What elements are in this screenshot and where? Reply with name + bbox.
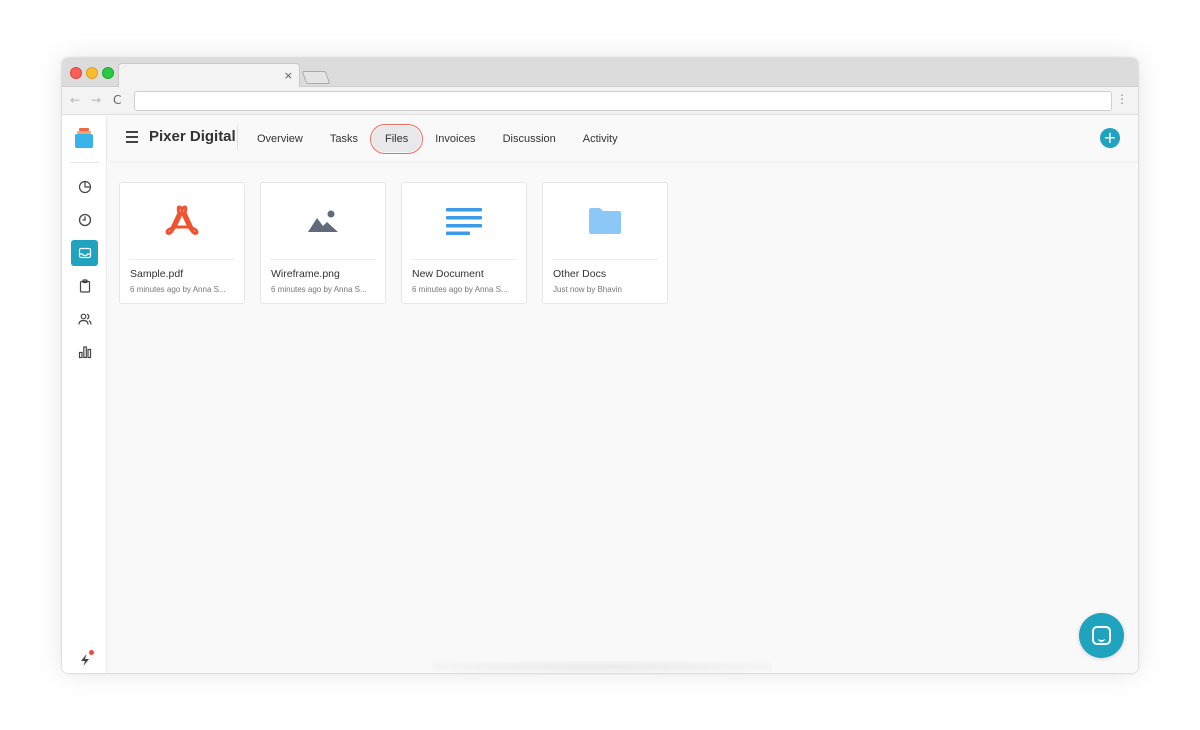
file-name: Wireframe.png — [271, 268, 340, 280]
tab-tasks[interactable]: Tasks — [317, 126, 371, 152]
browser-menu-icon[interactable]: ⋮ — [1116, 92, 1128, 106]
pdf-icon — [165, 205, 199, 235]
file-thumbnail — [120, 183, 244, 259]
document-icon — [446, 208, 482, 235]
back-arrow-icon[interactable]: ← — [70, 93, 80, 107]
card-divider — [129, 259, 235, 260]
sidebar-item-timesheet[interactable] — [71, 207, 98, 233]
users-icon — [77, 313, 92, 325]
card-divider — [270, 259, 376, 260]
file-meta: Just now by Bhavin — [553, 285, 622, 294]
file-name: Sample.pdf — [130, 268, 184, 280]
tab-overview[interactable]: Overview — [244, 126, 316, 152]
close-tab-icon[interactable]: × — [284, 69, 293, 82]
browser-window: × ← → C ⋮ Pixer Digital Overview Tasks F… — [62, 58, 1138, 673]
maximize-window-button[interactable] — [102, 67, 114, 79]
new-tab-button[interactable] — [301, 71, 331, 84]
header-divider — [237, 126, 238, 150]
sidebar-item-notifications[interactable] — [71, 647, 98, 673]
minimize-window-button[interactable] — [86, 67, 98, 79]
sidebar-item-people[interactable] — [71, 306, 98, 332]
browser-toolbar: ← → C ⋮ — [62, 87, 1138, 115]
file-meta: 6 minutes ago by Anna S... — [271, 285, 367, 294]
tab-discussion[interactable]: Discussion — [490, 126, 569, 152]
card-divider — [552, 259, 658, 260]
project-header: Pixer Digital Overview Tasks Files Invoi… — [108, 116, 1138, 161]
browser-tab[interactable]: × — [118, 63, 300, 88]
clipboard-icon — [79, 279, 90, 293]
notification-dot — [89, 650, 94, 655]
add-button[interactable]: + — [1100, 128, 1120, 148]
app-sidebar — [62, 116, 107, 673]
clock-icon — [78, 213, 91, 227]
chat-bubble-icon — [1092, 626, 1111, 645]
pie-chart-icon — [78, 180, 91, 194]
tab-files[interactable]: Files — [369, 123, 424, 154]
reload-icon[interactable]: C — [113, 93, 121, 107]
file-card[interactable]: Wireframe.png 6 minutes ago by Anna S... — [260, 182, 386, 304]
project-tabs: Overview Tasks Files Invoices Discussion… — [244, 116, 632, 161]
sidebar-divider — [70, 162, 99, 163]
forward-arrow-icon[interactable]: → — [91, 93, 101, 107]
file-meta: 6 minutes ago by Anna S... — [130, 285, 226, 294]
inbox-icon — [78, 247, 91, 259]
tab-activity[interactable]: Activity — [570, 126, 631, 152]
folder-icon — [589, 208, 621, 234]
sidebar-item-tasks[interactable] — [71, 273, 98, 299]
sidebar-item-projects[interactable] — [71, 240, 98, 266]
file-thumbnail — [402, 183, 526, 259]
sidebar-item-reports[interactable] — [71, 339, 98, 365]
tab-invoices[interactable]: Invoices — [422, 126, 488, 152]
file-card[interactable]: Sample.pdf 6 minutes ago by Anna S... — [119, 182, 245, 304]
file-card[interactable]: Other Docs Just now by Bhavin — [542, 182, 668, 304]
lightning-icon — [80, 654, 89, 666]
file-thumbnail — [261, 183, 385, 259]
file-thumbnail — [543, 183, 667, 259]
chat-launcher-button[interactable] — [1079, 613, 1124, 658]
file-name: New Document — [412, 268, 484, 280]
bottom-shadow — [432, 661, 772, 673]
image-icon — [308, 210, 338, 232]
address-bar[interactable] — [134, 91, 1112, 111]
app-logo-icon[interactable] — [75, 128, 93, 148]
bar-chart-icon — [78, 346, 91, 359]
project-title: Pixer Digital — [149, 128, 236, 145]
file-card[interactable]: New Document 6 minutes ago by Anna S... — [401, 182, 527, 304]
close-window-button[interactable] — [70, 67, 82, 79]
sidebar-item-dashboard[interactable] — [71, 174, 98, 200]
file-name: Other Docs — [553, 268, 607, 280]
card-divider — [411, 259, 517, 260]
file-meta: 6 minutes ago by Anna S... — [412, 285, 508, 294]
hamburger-menu-icon[interactable] — [126, 131, 138, 143]
browser-titlebar: × — [62, 58, 1138, 88]
